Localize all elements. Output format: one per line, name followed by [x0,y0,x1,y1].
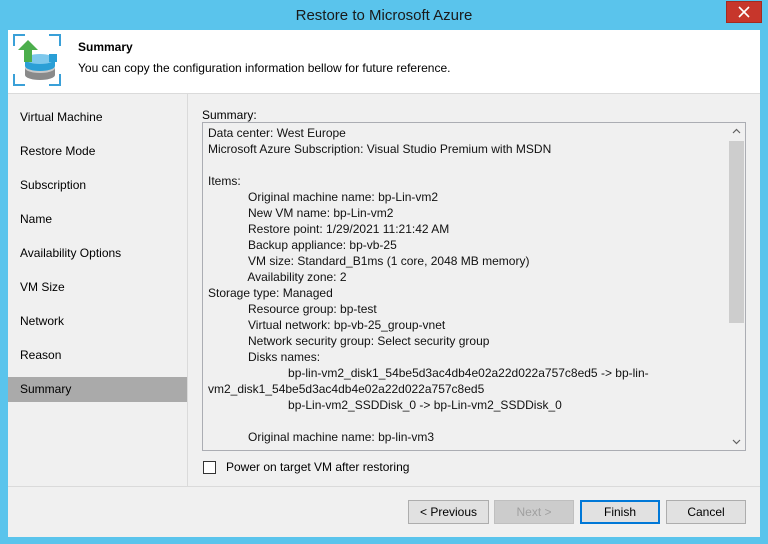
previous-button[interactable]: < Previous [408,500,489,524]
summary-line: Items: [208,174,241,188]
nav-item-restore-mode[interactable]: Restore Mode [8,139,187,164]
close-button[interactable] [726,1,762,23]
cancel-button[interactable]: Cancel [666,500,746,524]
summary-text: Data center: West Europe Microsoft Azure … [208,125,728,445]
summary-line: Disks names: [208,350,321,364]
nav-item-virtual-machine[interactable]: Virtual Machine [8,105,187,130]
summary-line: VM size: Standard_B1ms (1 core, 2048 MB … [208,254,530,268]
next-button[interactable]: Next > [494,500,574,524]
scroll-up-arrow-icon [732,128,741,134]
wizard-body: Virtual Machine Restore Mode Subscriptio… [8,94,760,537]
summary-scrollbar[interactable] [728,123,745,450]
summary-line: Network security group: Select security … [208,334,490,348]
power-on-label[interactable]: Power on target VM after restoring [226,460,409,474]
nav-item-subscription[interactable]: Subscription [8,173,187,198]
restore-vm-icon [13,34,61,86]
step-description: You can copy the configuration informati… [78,61,451,75]
wizard-window: Restore to Microsoft Azure Summary You c… [0,0,768,544]
nav-item-availability-options[interactable]: Availability Options [8,241,187,266]
nav-item-name[interactable]: Name [8,207,187,232]
summary-label: Summary: [202,108,257,122]
wizard-client: Summary You can copy the configuration i… [8,30,760,537]
nav-item-summary[interactable]: Summary [8,377,187,402]
summary-line: New VM name: bp-Lin-vm2 [208,206,394,220]
nav-item-network[interactable]: Network [8,309,187,334]
finish-button[interactable]: Finish [580,500,660,524]
step-navigation: Virtual Machine Restore Mode Subscriptio… [8,94,188,486]
summary-line: Original machine name: bp-lin-vm3 [208,430,435,444]
wizard-header: Summary You can copy the configuration i… [8,30,760,94]
wizard-footer: < Previous Next > Finish Cancel [8,486,760,537]
close-icon [738,6,750,18]
summary-line: vm2_disk1_54be5d3ac4db4e02a22d022a757c8e… [208,382,485,396]
summary-line: Data center: West Europe [208,126,346,140]
summary-textbox[interactable]: Data center: West Europe Microsoft Azure … [202,122,746,451]
scroll-down-arrow-icon [732,439,741,445]
step-title: Summary [78,40,133,54]
summary-line: Restore point: 1/29/2021 11:21:42 AM [208,222,450,236]
scroll-up-button[interactable] [728,123,745,140]
summary-line: Availability zone: 2 [208,270,347,284]
summary-panel: Summary: Data center: West Europe Microso… [188,94,760,486]
scroll-thumb[interactable] [729,141,744,323]
summary-line: Original machine name: bp-Lin-vm2 [208,190,439,204]
summary-line: Microsoft Azure Subscription: Visual Stu… [208,142,552,156]
power-on-checkbox[interactable] [203,461,216,474]
nav-item-vm-size[interactable]: VM Size [8,275,187,300]
summary-line: Virtual network: bp-vb-25_group-vnet [208,318,446,332]
summary-line: Backup appliance: bp-vb-25 [208,238,397,252]
summary-line [208,157,728,173]
summary-line: Storage type: Managed [208,286,333,300]
title-bar: Restore to Microsoft Azure [0,0,768,30]
window-title: Restore to Microsoft Azure [295,7,473,24]
summary-line [208,413,728,429]
scroll-down-button[interactable] [728,433,745,450]
nav-item-reason[interactable]: Reason [8,343,187,368]
summary-line: Resource group: bp-test [208,302,377,316]
summary-line: bp-lin-vm2_disk1_54be5d3ac4db4e02a22d022… [208,366,649,380]
summary-line: bp-Lin-vm2_SSDDisk_0 -> bp-Lin-vm2_SSDDi… [208,398,562,412]
